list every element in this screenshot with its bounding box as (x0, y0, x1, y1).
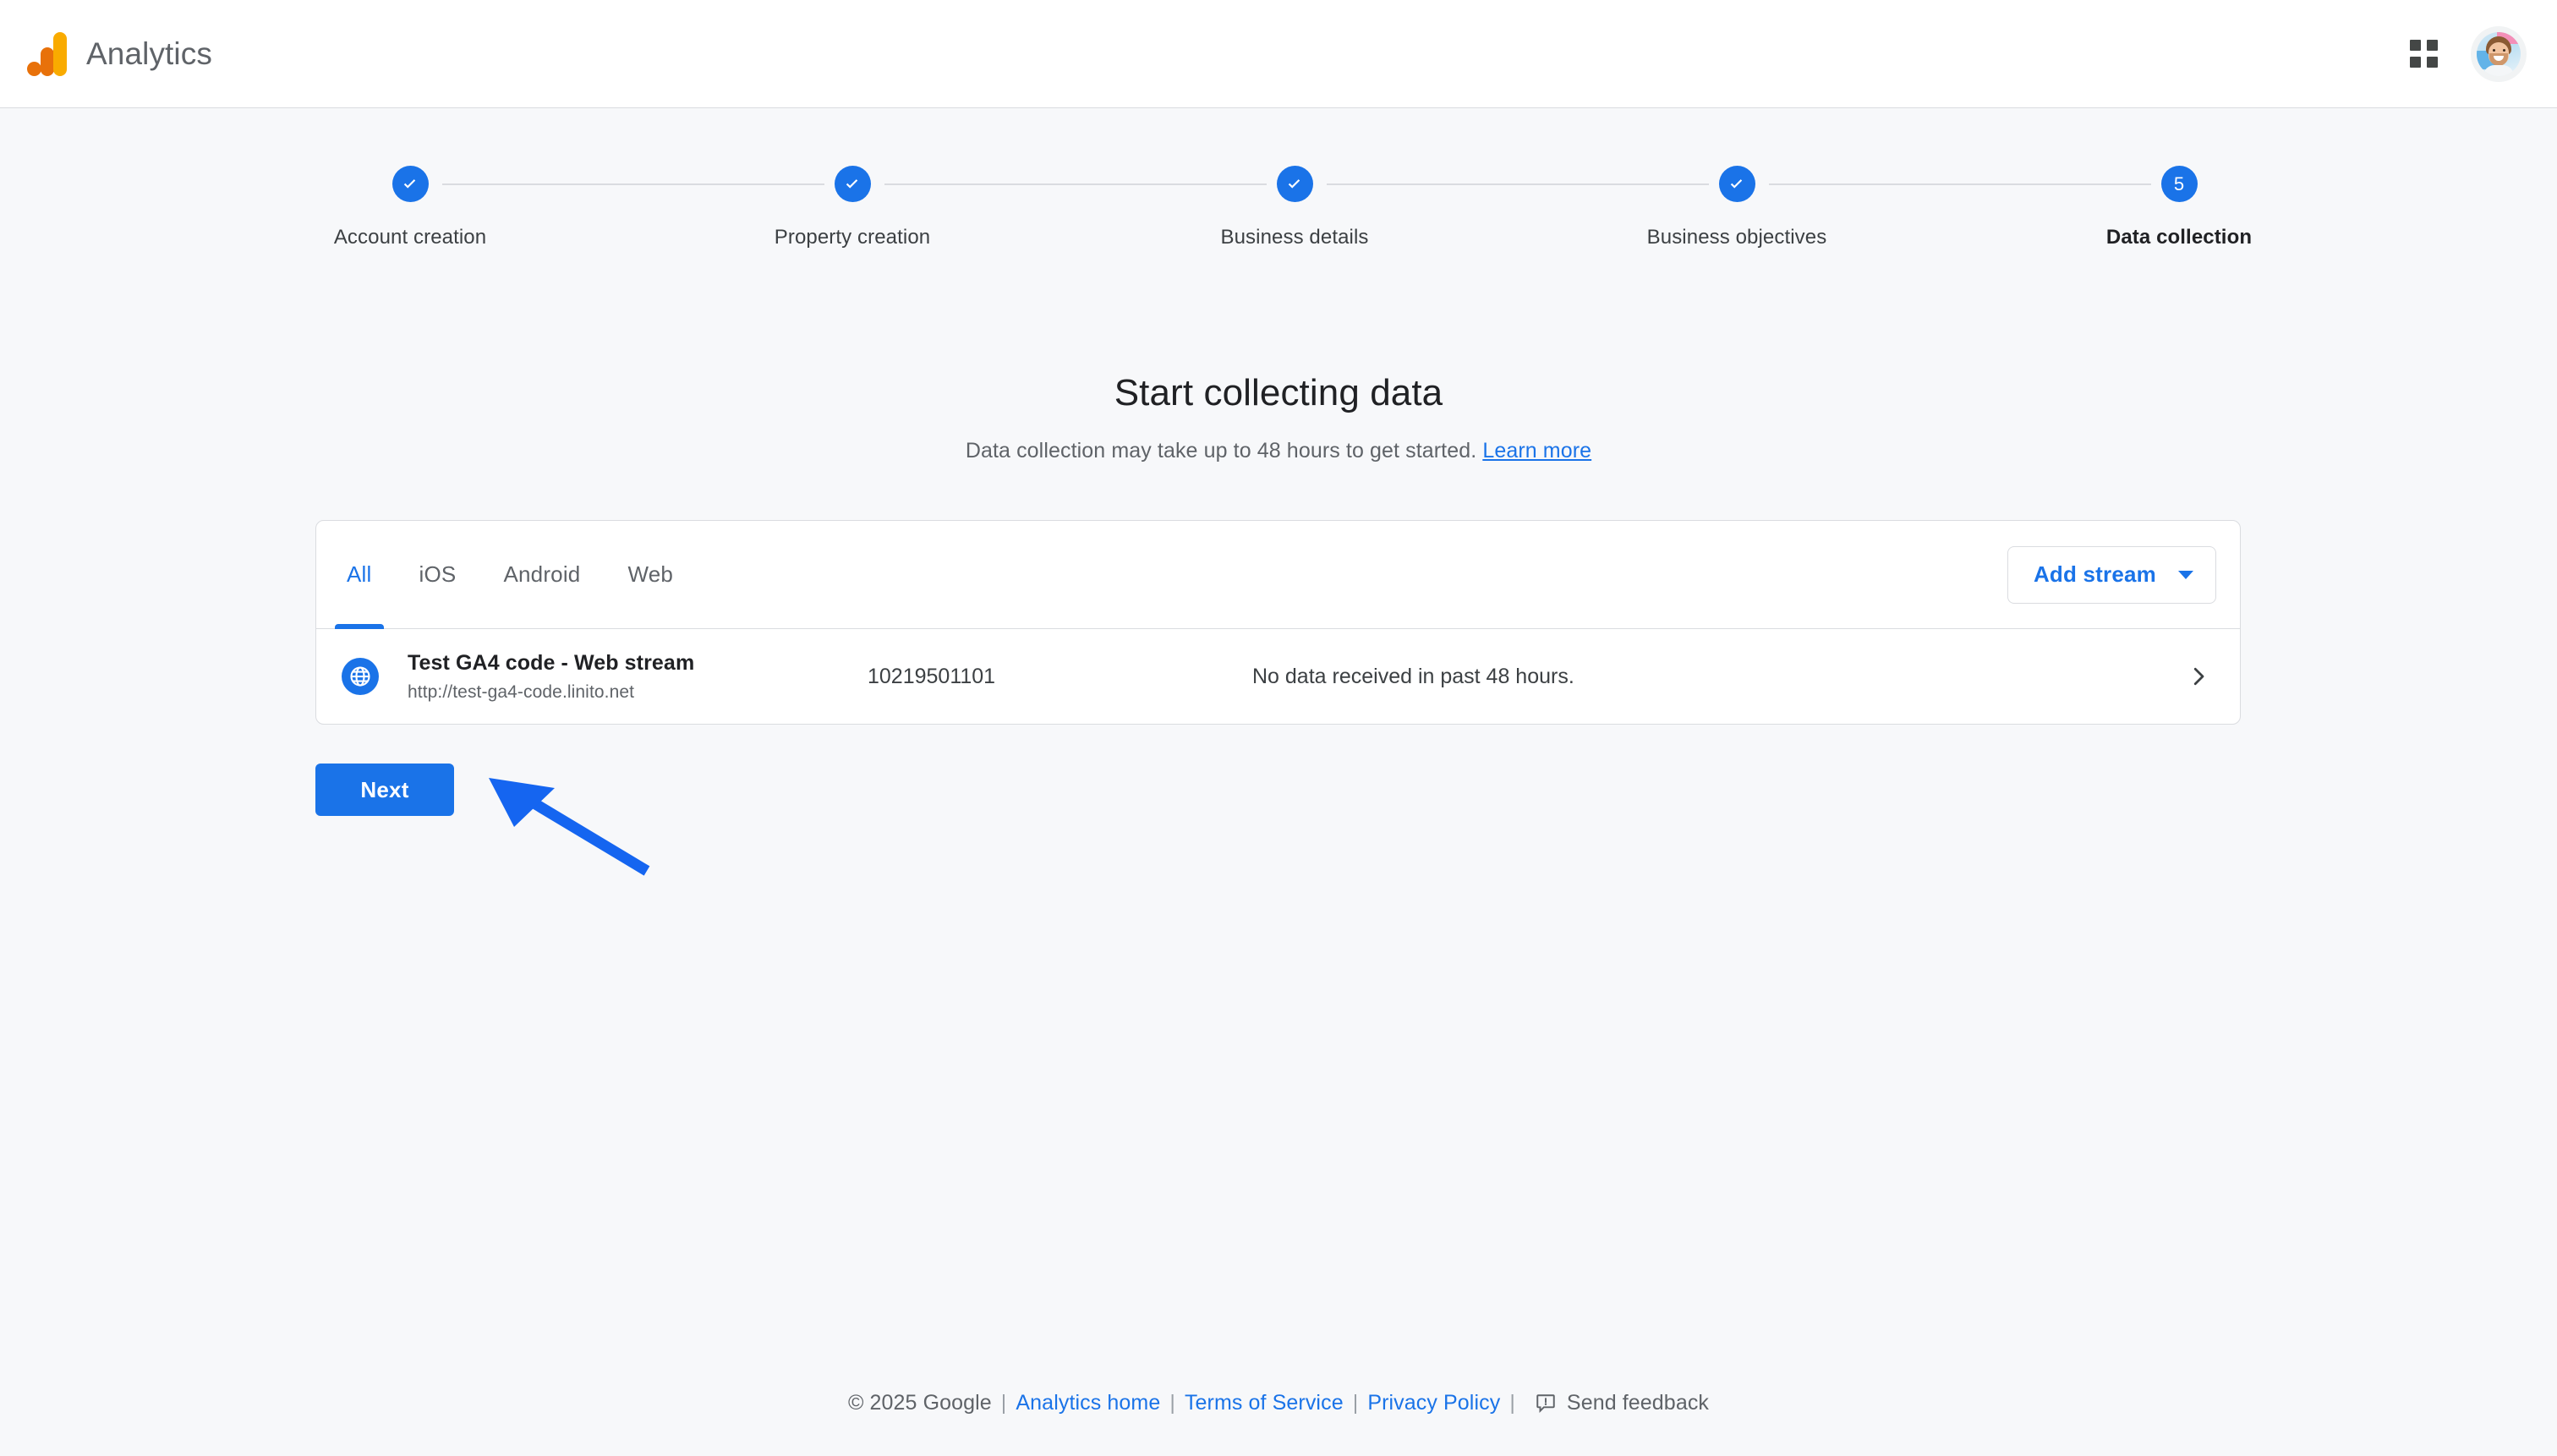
learn-more-link[interactable]: Learn more (1482, 439, 1591, 463)
stepper-step-label: Business details (1220, 226, 1369, 249)
footer-copyright: © 2025 Google (847, 1391, 992, 1415)
footer-separator: | (1352, 1391, 1359, 1415)
app-header: Analytics (0, 0, 2557, 108)
footer-link-terms-of-service[interactable]: Terms of Service (1185, 1391, 1344, 1415)
send-feedback-button[interactable]: Send feedback (1535, 1391, 1709, 1415)
send-feedback-label: Send feedback (1566, 1391, 1710, 1415)
stream-name: Test GA4 code - Web stream (408, 650, 695, 675)
stream-type-tabbar: All iOS Android Web Add stream (316, 521, 2240, 629)
step-check-icon (1276, 166, 1313, 202)
stepper-step-business-details[interactable]: Business details (1168, 166, 1421, 249)
tab-ios[interactable]: iOS (396, 521, 480, 628)
annotation-arrow (489, 778, 650, 876)
page-subtitle: Data collection may take up to 48 hours … (0, 439, 2557, 463)
stepper-step-business-objectives[interactable]: Business objectives (1610, 166, 1864, 249)
footer-link-privacy-policy[interactable]: Privacy Policy (1367, 1391, 1500, 1415)
footer: © 2025 Google | Analytics home | Terms o… (0, 1391, 2557, 1415)
brand: Analytics (24, 30, 212, 78)
stepper-step-label: Account creation (333, 226, 487, 249)
footer-link-analytics-home[interactable]: Analytics home (1016, 1391, 1160, 1415)
step-check-icon (1718, 166, 1755, 202)
stepper-step-label: Business objectives (1646, 226, 1827, 249)
brand-title: Analytics (86, 36, 212, 71)
onboarding-stepper: Account creation Property creation Busin… (0, 166, 2557, 284)
footer-separator: | (1000, 1391, 1007, 1415)
tab-android[interactable]: Android (479, 521, 604, 628)
stream-status: No data received in past 48 hours. (1252, 664, 1574, 688)
stream-url: http://test-ga4-code.linito.net (408, 681, 635, 702)
stream-measurement-id: 10219501101 (868, 664, 996, 688)
add-stream-label: Add stream (2033, 561, 2156, 587)
tab-all[interactable]: All (323, 521, 396, 629)
page-subtitle-text: Data collection may take up to 48 hours … (965, 439, 1477, 463)
step-check-icon (391, 166, 429, 202)
header-actions (2405, 25, 2527, 82)
stepper-step-account-creation[interactable]: Account creation (283, 166, 537, 249)
avatar[interactable] (2471, 25, 2527, 82)
chevron-down-icon (2178, 570, 2193, 579)
stepper-step-label: Data collection (2105, 226, 2253, 249)
tab-web[interactable]: Web (604, 521, 697, 628)
stream-row[interactable]: Test GA4 code - Web stream http://test-g… (316, 629, 2240, 724)
step-check-icon (834, 166, 871, 202)
footer-separator: | (1509, 1391, 1515, 1415)
data-streams-card: All iOS Android Web Add stream Test GA4 … (315, 520, 2241, 725)
add-stream-button[interactable]: Add stream (2007, 545, 2216, 604)
globe-icon (342, 658, 379, 695)
apps-grid-icon[interactable] (2405, 36, 2442, 73)
google-analytics-logo-icon (24, 30, 68, 78)
footer-separator: | (1169, 1391, 1175, 1415)
feedback-bubble-icon (1536, 1393, 1555, 1413)
stepper-step-property-creation[interactable]: Property creation (725, 166, 979, 249)
chevron-right-icon[interactable] (2179, 664, 2218, 689)
stepper-step-data-collection[interactable]: 5 Data collection (2052, 166, 2306, 249)
next-button[interactable]: Next (315, 764, 454, 816)
stream-type-tabs: All iOS Android Web (316, 521, 697, 629)
stream-identity: Test GA4 code - Web stream http://test-g… (408, 651, 839, 703)
page-title: Start collecting data (1114, 372, 1443, 413)
stepper-step-label: Property creation (774, 226, 931, 249)
step-number-badge: 5 (2160, 166, 2198, 202)
